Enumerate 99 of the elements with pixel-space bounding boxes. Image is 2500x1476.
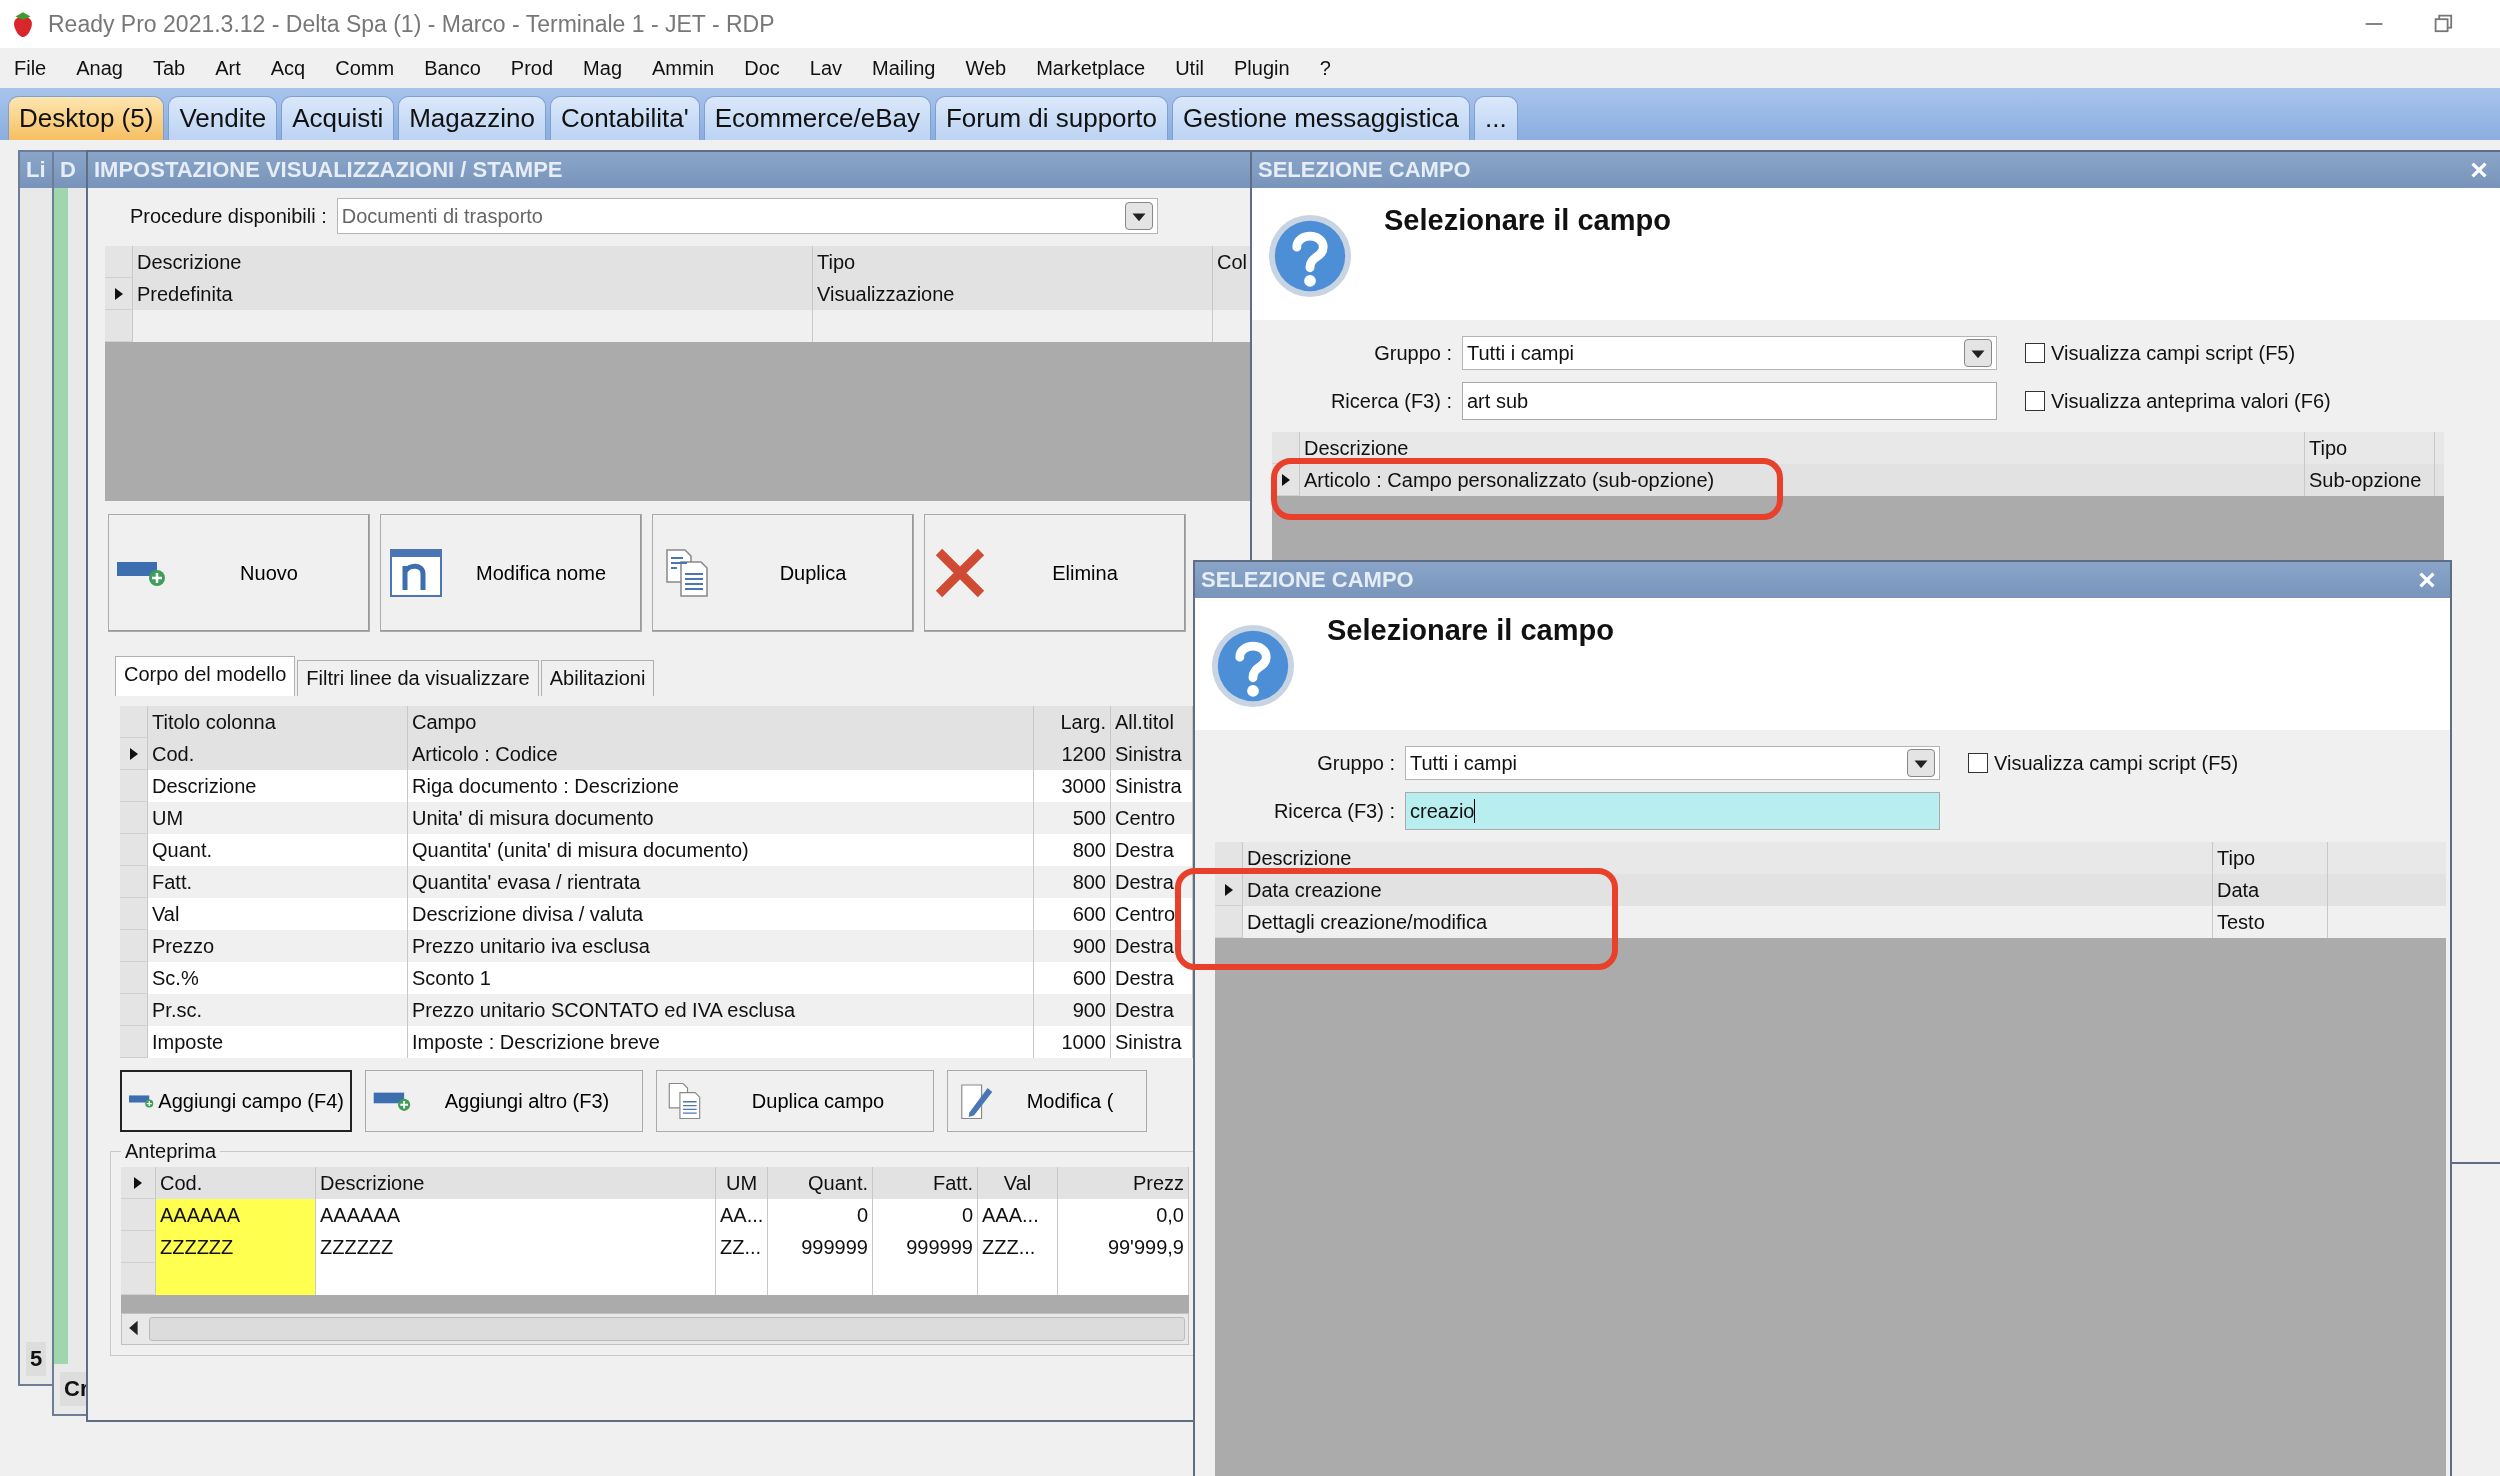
row-pointer-icon bbox=[133, 1175, 143, 1190]
menu-item[interactable]: Doc bbox=[744, 56, 780, 80]
action-button[interactable]: Aggiungi altro (F3) bbox=[365, 1070, 643, 1132]
table-row[interactable]: UM Unita' di misura documento 500 Centro bbox=[120, 802, 1195, 834]
window-title: Li bbox=[26, 157, 46, 183]
menu-item[interactable]: Acq bbox=[270, 56, 306, 80]
dialog-title: SELEZIONE CAMPO bbox=[1258, 157, 1471, 183]
group-dropdown[interactable]: Tutti i campi bbox=[1405, 746, 1940, 780]
checkbox[interactable] bbox=[1968, 753, 1988, 773]
table-row[interactable]: Descrizione Riga documento : Descrizione 3000 Sinistra bbox=[120, 770, 1195, 802]
checkbox[interactable] bbox=[2025, 391, 2045, 411]
scrollbar[interactable] bbox=[121, 1313, 1189, 1345]
tab[interactable]: Forum di supporto bbox=[934, 96, 1168, 140]
action-button[interactable]: Nuovo bbox=[108, 514, 370, 632]
close-icon[interactable] bbox=[2470, 161, 2488, 179]
table-row[interactable]: Prezzo Prezzo unitario iva esclusa 900 Destra bbox=[120, 930, 1195, 962]
tab[interactable]: Abilitazioni bbox=[540, 660, 655, 696]
tab[interactable]: Corpo del modello bbox=[115, 656, 296, 696]
tab[interactable]: Contabilita' bbox=[549, 96, 700, 140]
action-button[interactable]: Duplica bbox=[652, 514, 914, 632]
field-label: Ricerca (F3) : bbox=[1329, 389, 1452, 413]
tab[interactable]: Filtri linee da visualizzare bbox=[297, 660, 539, 696]
table-row[interactable]: Quant. Quantita' (unita' di misura documento) 800 Destra bbox=[120, 834, 1195, 866]
checkbox-label: Visualizza campi script (F5) bbox=[1994, 751, 2239, 775]
menu-item[interactable]: Lav bbox=[809, 56, 843, 80]
table-row[interactable]: Sc.% Sconto 1 600 Destra bbox=[120, 962, 1195, 994]
menu-item[interactable]: Marketplace bbox=[1036, 56, 1146, 80]
table-row[interactable]: Data creazione Data bbox=[1215, 874, 2446, 906]
search-field[interactable]: creazio bbox=[1405, 792, 1940, 830]
menu-item[interactable]: File bbox=[14, 56, 47, 80]
table-cell: 1000 bbox=[1034, 1026, 1111, 1058]
menu-item[interactable]: Util bbox=[1175, 56, 1204, 80]
table-cell: Imposte : Descrizione breve bbox=[408, 1026, 1034, 1058]
table-row[interactable]: Articolo : Campo personalizzato (sub-opzione) Sub-opzione bbox=[1272, 464, 2444, 496]
table-row[interactable]: Fatt. Quantita' evasa / rientrata 800 Destra bbox=[120, 866, 1195, 898]
field-label: Procedure disponibili : bbox=[130, 204, 327, 228]
tab[interactable]: Gestione messaggistica bbox=[1171, 96, 1470, 140]
menu-item[interactable]: Banco bbox=[424, 56, 481, 80]
menu-item[interactable]: Tab bbox=[152, 56, 186, 80]
window-title: D bbox=[60, 157, 76, 183]
row-pointer-icon bbox=[1223, 882, 1234, 897]
checkbox-label: Visualizza anteprima valori (F6) bbox=[2051, 389, 2331, 413]
table-cell: ZZZZZZ bbox=[156, 1231, 316, 1263]
help-icon bbox=[1266, 212, 1354, 300]
window-tab[interactable]: 5 bbox=[26, 1342, 47, 1376]
row-header[interactable] bbox=[120, 738, 148, 770]
dialog-heading: Selezionare il campo bbox=[1327, 614, 1614, 647]
table-row[interactable]: Val Descrizione divisa / valuta 600 Centro bbox=[120, 898, 1195, 930]
row-pointer-icon bbox=[128, 746, 139, 761]
table-cell: Dettagli creazione/modifica bbox=[1243, 906, 2213, 938]
row-header[interactable] bbox=[105, 278, 133, 310]
help-icon bbox=[1209, 622, 1297, 710]
tab[interactable]: Desktop (5) bbox=[8, 96, 165, 140]
dialog-heading: Selezionare il campo bbox=[1384, 204, 1671, 237]
tab[interactable]: ... bbox=[1473, 96, 1518, 140]
checkbox[interactable] bbox=[2025, 343, 2045, 363]
table-cell: Articolo : Campo personalizzato (sub-opzione) bbox=[1300, 464, 2305, 496]
table-row[interactable]: Imposte Imposte : Descrizione breve 1000 Sinistra bbox=[120, 1026, 1195, 1058]
table-cell: Sub-opzione bbox=[2305, 464, 2435, 496]
search-field[interactable]: art sub bbox=[1462, 382, 1997, 420]
action-button[interactable]: Elimina bbox=[924, 514, 1186, 632]
menu-item[interactable]: Mailing bbox=[872, 56, 936, 80]
table-cell: Imposte bbox=[148, 1026, 408, 1058]
tab[interactable]: Acquisti bbox=[281, 96, 395, 140]
window-title: Ready Pro 2021.3.12 - Delta Spa (1) - Marco - Terminale 1 - JET - RDP bbox=[48, 10, 775, 38]
field-label: Ricerca (F3) : bbox=[1272, 799, 1395, 823]
tab[interactable]: Ecommerce/eBay bbox=[703, 96, 931, 140]
table-row[interactable]: Dettagli creazione/modifica Testo bbox=[1215, 906, 2446, 938]
menu-item[interactable]: Art bbox=[215, 56, 241, 80]
menu-item[interactable]: Mag bbox=[583, 56, 622, 80]
row-pointer-icon bbox=[1280, 472, 1291, 487]
action-button[interactable]: Modifica ( bbox=[947, 1070, 1147, 1132]
procedure-dropdown[interactable]: Documenti di trasporto bbox=[336, 198, 1158, 234]
dialog-title: IMPOSTAZIONE VISUALIZZAZIONI / STAMPE bbox=[94, 157, 563, 183]
row-pointer-icon bbox=[113, 286, 124, 301]
table-cell: AAAAAA bbox=[156, 1199, 316, 1231]
close-icon[interactable] bbox=[2418, 571, 2436, 589]
menu-item[interactable]: Anag bbox=[76, 56, 123, 80]
menu-item[interactable]: Comm bbox=[335, 56, 395, 80]
field-label: Gruppo : bbox=[1373, 341, 1452, 365]
action-button[interactable]: Aggiungi campo (F4) bbox=[120, 1070, 352, 1132]
menu-item[interactable]: Prod bbox=[510, 56, 554, 80]
field-label: Gruppo : bbox=[1316, 751, 1395, 775]
row-header[interactable] bbox=[1215, 874, 1243, 906]
table-cell: Testo bbox=[2213, 906, 2328, 938]
menu-item[interactable]: Web bbox=[965, 56, 1007, 80]
menu-item[interactable]: Plugin bbox=[1234, 56, 1290, 80]
group-label: Anteprima bbox=[124, 1140, 218, 1163]
menu-item[interactable]: Ammin bbox=[652, 56, 715, 80]
menu-item[interactable]: ? bbox=[1319, 56, 1331, 80]
action-button[interactable]: Modifica nome bbox=[380, 514, 642, 632]
tab[interactable]: Magazzino bbox=[398, 96, 546, 140]
group-dropdown[interactable]: Tutti i campi bbox=[1462, 336, 1997, 370]
tab[interactable]: Vendite bbox=[168, 96, 278, 140]
action-button[interactable]: Duplica campo bbox=[656, 1070, 934, 1132]
dialog-title: SELEZIONE CAMPO bbox=[1201, 567, 1414, 593]
table-row[interactable]: Pr.sc. Prezzo unitario SCONTATO ed IVA esclusa 900 Destra bbox=[120, 994, 1195, 1026]
checkbox-label: Visualizza campi script (F5) bbox=[2051, 341, 2296, 365]
table-row[interactable]: Cod. Articolo : Codice 1200 Sinistra bbox=[120, 738, 1195, 770]
